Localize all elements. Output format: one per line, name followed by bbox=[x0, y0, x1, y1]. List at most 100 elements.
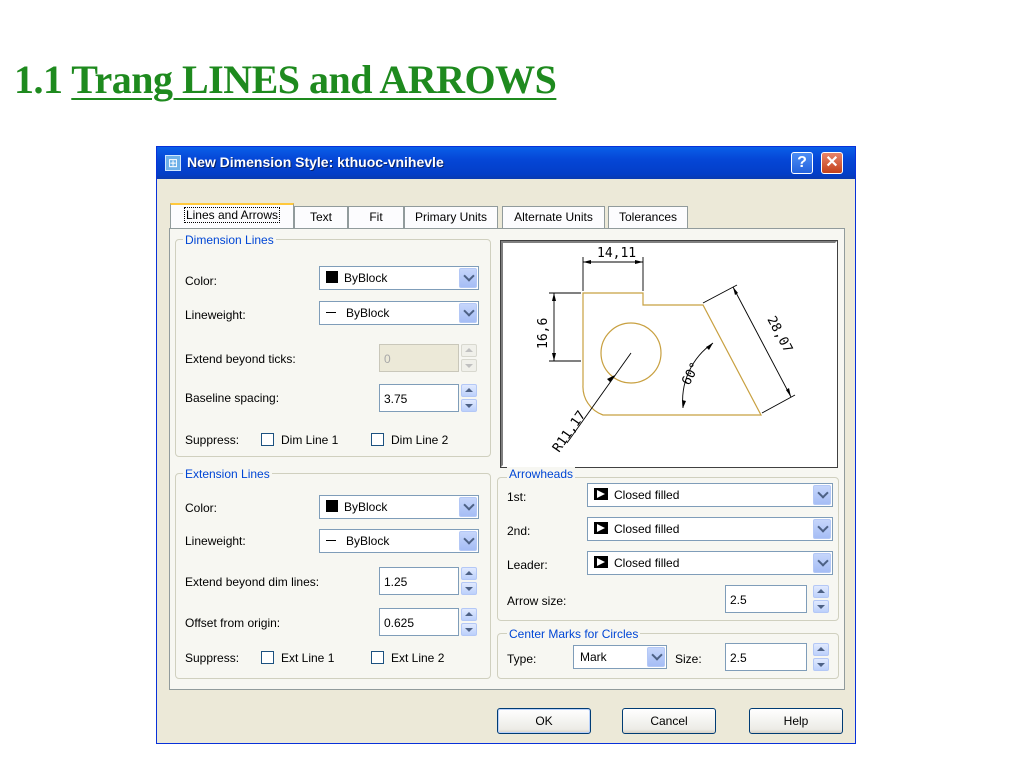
dim-extend-value: 0 bbox=[384, 352, 391, 366]
ext-extend-value: 1.25 bbox=[384, 575, 408, 589]
dim-radius-text: R11,17 bbox=[550, 408, 589, 455]
baseline-spacing-spinner[interactable] bbox=[461, 384, 477, 412]
dim-extend-spinner[interactable] bbox=[461, 344, 477, 372]
spin-down-icon[interactable] bbox=[461, 623, 477, 636]
dim-color-value-wrap: ByBlock bbox=[326, 271, 387, 285]
second-arrow-label: 2nd: bbox=[507, 524, 531, 538]
center-size-value: 2.5 bbox=[730, 651, 747, 665]
spin-down-icon[interactable] bbox=[461, 359, 477, 372]
second-arrow-value: Closed filled bbox=[614, 522, 680, 536]
dim-left-text: 16,6 bbox=[536, 318, 551, 349]
ext-lineweight-value: ByBlock bbox=[346, 534, 390, 548]
ext-line-1-checkbox[interactable] bbox=[261, 651, 274, 664]
spin-up-icon[interactable] bbox=[813, 643, 829, 656]
dimension-preview: 14,11 16,6 28,07 60° R11,17 bbox=[500, 240, 838, 468]
offset-origin-label: Offset from origin: bbox=[185, 616, 281, 630]
dim-color-select[interactable]: ByBlock bbox=[319, 266, 479, 290]
arrowheads-label: Arrowheads bbox=[507, 467, 576, 481]
slide-title-prefix: 1.1 bbox=[14, 57, 72, 102]
ext-color-value: ByBlock bbox=[344, 500, 388, 514]
close-icon[interactable]: ✕ bbox=[821, 152, 843, 174]
ext-extend-input[interactable]: 1.25 bbox=[379, 567, 459, 595]
chevron-down-icon[interactable] bbox=[459, 497, 477, 517]
help-button[interactable]: Help bbox=[749, 708, 843, 734]
ext-lineweight-label: Lineweight: bbox=[185, 534, 246, 548]
ext-line-2-checkbox[interactable] bbox=[371, 651, 384, 664]
tab-label: Lines and Arrows bbox=[183, 207, 281, 223]
center-size-spinner[interactable] bbox=[813, 643, 829, 671]
center-type-select[interactable]: Mark bbox=[573, 645, 667, 669]
dim-top-text: 14,11 bbox=[597, 246, 636, 261]
dim-line-2-checkbox[interactable] bbox=[371, 433, 384, 446]
ext-color-value-wrap: ByBlock bbox=[326, 500, 387, 514]
center-type-label: Type: bbox=[507, 652, 537, 666]
spin-down-icon[interactable] bbox=[461, 582, 477, 595]
spin-up-icon[interactable] bbox=[461, 608, 477, 621]
slide-title: 1.1 Trang LINES and ARROWS bbox=[14, 56, 557, 103]
dim-extend-input[interactable]: 0 bbox=[379, 344, 459, 372]
offset-origin-spinner[interactable] bbox=[461, 608, 477, 636]
leader-arrow-value: Closed filled bbox=[614, 556, 680, 570]
ext-color-label: Color: bbox=[185, 501, 218, 515]
help-icon[interactable]: ? bbox=[791, 152, 813, 174]
tab-tolerances[interactable]: Tolerances bbox=[608, 206, 688, 228]
slide-title-underlined: Trang LINES and ARROWS bbox=[71, 57, 557, 102]
chevron-down-icon[interactable] bbox=[459, 303, 477, 323]
preview-geometry bbox=[582, 292, 762, 416]
arrowhead-icon bbox=[594, 488, 608, 500]
ext-line-2-label: Ext Line 2 bbox=[391, 651, 445, 665]
second-arrow-select[interactable]: Closed filled bbox=[587, 517, 833, 541]
chevron-down-icon[interactable] bbox=[813, 519, 831, 539]
baseline-spacing-label: Baseline spacing: bbox=[185, 391, 280, 405]
arrowhead-icon bbox=[594, 556, 608, 568]
chevron-down-icon[interactable] bbox=[813, 553, 831, 573]
offset-origin-input[interactable]: 0.625 bbox=[379, 608, 459, 636]
ext-color-select[interactable]: ByBlock bbox=[319, 495, 479, 519]
spin-down-icon[interactable] bbox=[813, 658, 829, 671]
arrow-size-input[interactable]: 2.5 bbox=[725, 585, 807, 613]
preview-drawing: 14,11 16,6 28,07 60° R11,17 bbox=[536, 246, 796, 455]
line-icon bbox=[326, 540, 336, 541]
tab-lines-and-arrows[interactable]: Lines and Arrows bbox=[170, 203, 294, 228]
tab-text[interactable]: Text bbox=[294, 206, 348, 228]
dim-lineweight-select[interactable]: ByBlock bbox=[319, 301, 479, 325]
spin-up-icon[interactable] bbox=[461, 567, 477, 580]
ext-extend-spinner[interactable] bbox=[461, 567, 477, 595]
dim-line-2-label: Dim Line 2 bbox=[391, 433, 449, 447]
first-arrow-select[interactable]: Closed filled bbox=[587, 483, 833, 507]
preview-outline bbox=[582, 292, 762, 416]
tab-alternate-units[interactable]: Alternate Units bbox=[502, 206, 605, 228]
leader-arrow-label: Leader: bbox=[507, 558, 548, 572]
chevron-down-icon[interactable] bbox=[459, 268, 477, 288]
ok-button[interactable]: OK bbox=[497, 708, 591, 734]
chevron-down-icon[interactable] bbox=[459, 531, 477, 551]
dialog-titlebar[interactable]: ⊞ New Dimension Style: kthuoc-vnihevle ?… bbox=[157, 147, 855, 179]
tab-fit[interactable]: Fit bbox=[348, 206, 404, 228]
leader-arrow-value-wrap: Closed filled bbox=[594, 556, 679, 570]
color-swatch bbox=[326, 271, 338, 283]
dim-line-1-checkbox[interactable] bbox=[261, 433, 274, 446]
spin-down-icon[interactable] bbox=[461, 399, 477, 412]
baseline-spacing-input[interactable]: 3.75 bbox=[379, 384, 459, 412]
chevron-down-icon[interactable] bbox=[647, 647, 665, 667]
new-dimension-style-dialog: ⊞ New Dimension Style: kthuoc-vnihevle ?… bbox=[156, 146, 856, 744]
dialog-title: New Dimension Style: kthuoc-vnihevle bbox=[187, 154, 444, 170]
spin-down-icon[interactable] bbox=[813, 600, 829, 613]
ext-lineweight-select[interactable]: ByBlock bbox=[319, 529, 479, 553]
color-swatch bbox=[326, 500, 338, 512]
spin-up-icon[interactable] bbox=[813, 585, 829, 598]
dimension-lines-label: Dimension Lines bbox=[183, 233, 276, 247]
ext-lineweight-value-wrap: ByBlock bbox=[326, 534, 389, 548]
tab-primary-units[interactable]: Primary Units bbox=[404, 206, 498, 228]
arrow-size-spinner[interactable] bbox=[813, 585, 829, 613]
dim-lineweight-value: ByBlock bbox=[346, 306, 390, 320]
center-size-input[interactable]: 2.5 bbox=[725, 643, 807, 671]
spin-up-icon[interactable] bbox=[461, 344, 477, 357]
leader-arrow-select[interactable]: Closed filled bbox=[587, 551, 833, 575]
chevron-down-icon[interactable] bbox=[813, 485, 831, 505]
preview-arrows bbox=[552, 260, 791, 408]
ext-extend-label: Extend beyond dim lines: bbox=[185, 575, 320, 589]
spin-up-icon[interactable] bbox=[461, 384, 477, 397]
cancel-button[interactable]: Cancel bbox=[622, 708, 716, 734]
arrowhead-icon bbox=[594, 522, 608, 534]
